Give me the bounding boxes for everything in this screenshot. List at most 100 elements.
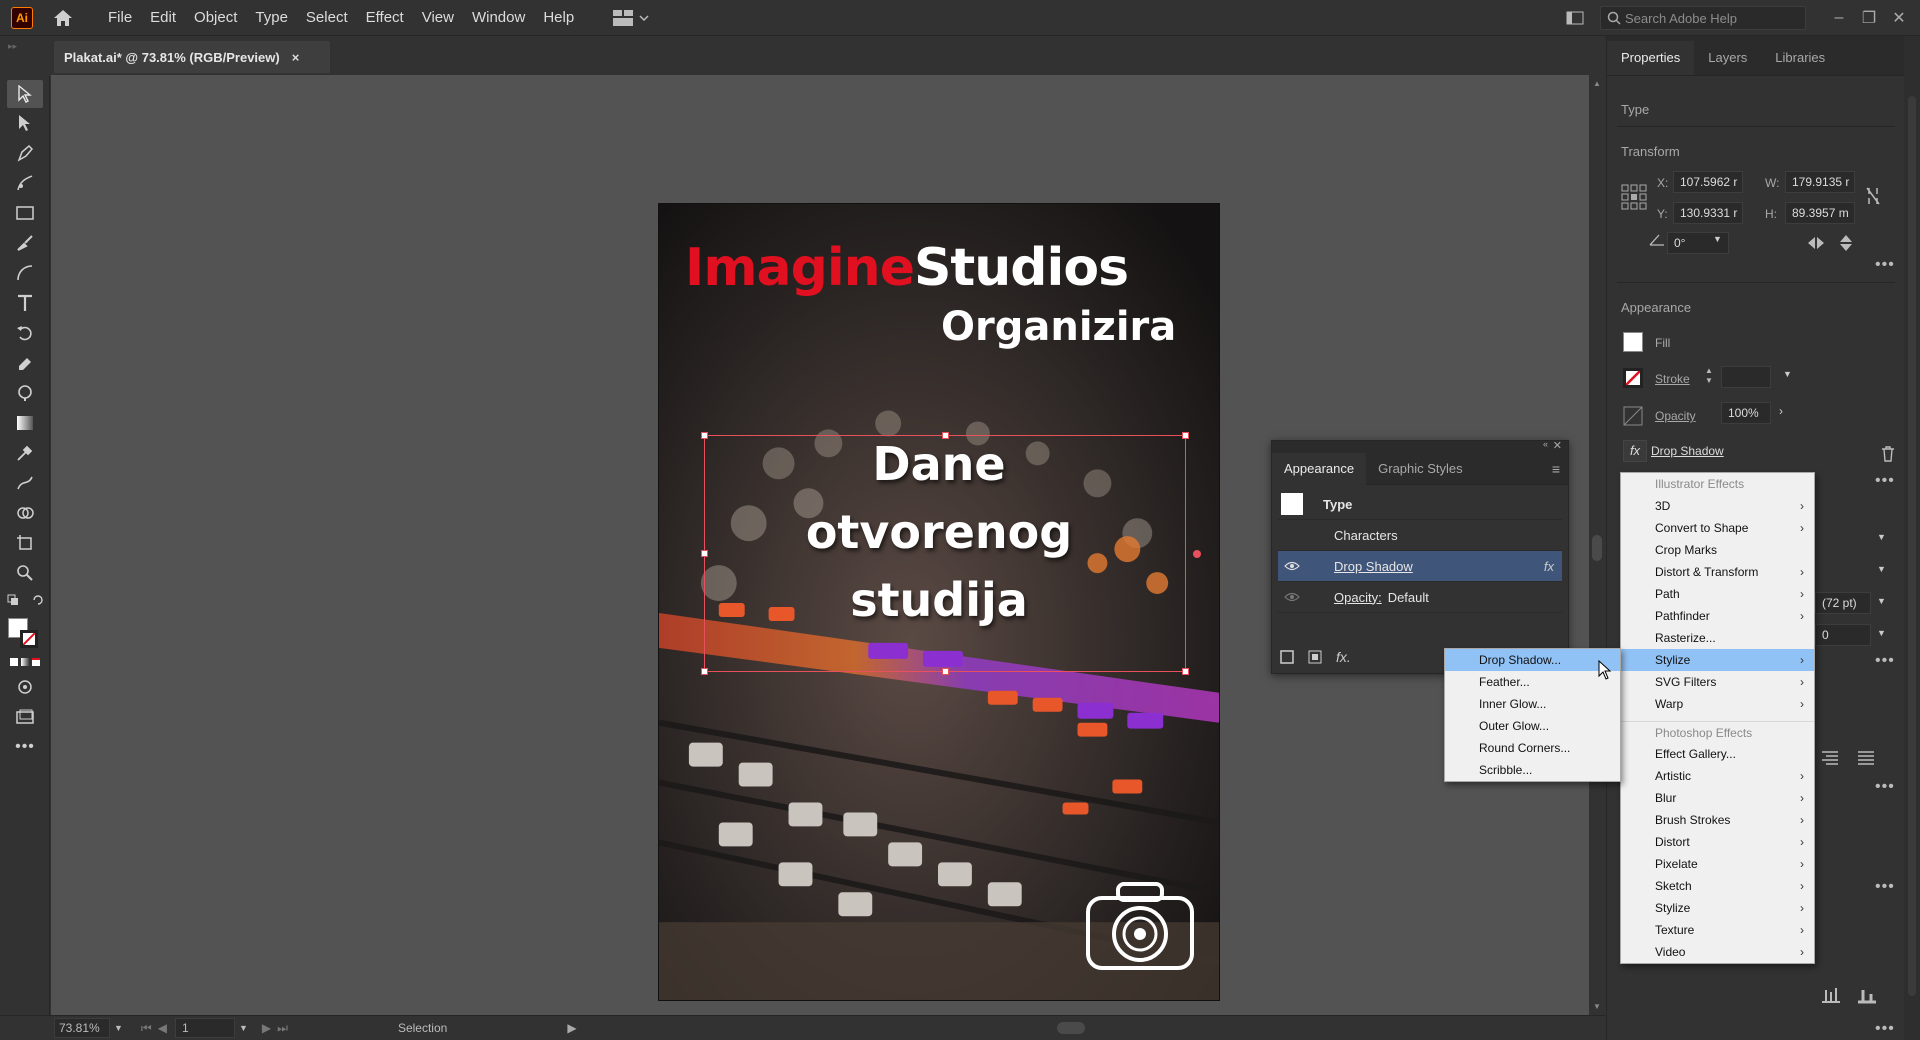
resize-handle-bm[interactable] xyxy=(942,668,949,675)
y-field[interactable]: 130.9331 r xyxy=(1673,202,1743,224)
menu-item-svg-filters[interactable]: SVG Filters › xyxy=(1621,671,1814,693)
stroke-swatch[interactable] xyxy=(20,630,38,648)
restore-button[interactable]: ❐ xyxy=(1854,3,1884,33)
selection-bounding-box[interactable] xyxy=(701,432,1201,675)
chevron-down-icon[interactable]: ▼ xyxy=(114,1023,123,1033)
align-right-icon[interactable] xyxy=(1821,750,1839,766)
resize-handle-ml[interactable] xyxy=(701,550,708,557)
opacity-label[interactable]: Opacity xyxy=(1655,409,1696,423)
appearance-row-characters[interactable]: Characters xyxy=(1278,520,1562,551)
stroke-weight-field[interactable] xyxy=(1721,366,1771,388)
more-options-icon[interactable]: ••• xyxy=(1875,472,1895,490)
close-panel-icon[interactable]: ✕ xyxy=(1553,439,1562,452)
more-options-icon[interactable]: ••• xyxy=(1875,778,1895,796)
menu-help[interactable]: Help xyxy=(534,0,583,36)
h-field[interactable]: 89.3957 m xyxy=(1785,202,1855,224)
rotate-tool-icon[interactable] xyxy=(0,318,50,348)
tab-layers[interactable]: Layers xyxy=(1694,41,1761,75)
zoom-tool-icon[interactable] xyxy=(0,558,50,588)
menu-item-distort-transform[interactable]: Distort & Transform › xyxy=(1621,561,1814,583)
document-tab[interactable]: Plakat.ai* @ 73.81% (RGB/Preview) × xyxy=(54,41,330,73)
resize-handle-tr[interactable] xyxy=(1182,432,1189,439)
swap-colors-icon[interactable] xyxy=(0,588,50,612)
menu-item-ps-brush-strokes[interactable]: Brush Strokes › xyxy=(1621,809,1814,831)
none-icon[interactable] xyxy=(32,658,40,666)
add-fill-icon[interactable] xyxy=(1308,650,1322,664)
menu-item-ps-texture[interactable]: Texture › xyxy=(1621,919,1814,941)
flip-horizontal-icon[interactable] xyxy=(1807,236,1825,250)
shaper-tool-icon[interactable] xyxy=(0,258,50,288)
draw-mode-icon[interactable] xyxy=(0,672,50,702)
more-tools-icon[interactable]: ••• xyxy=(0,732,50,762)
leading-field[interactable]: (72 pt) xyxy=(1815,592,1871,614)
menu-item-ps-video[interactable]: Video › xyxy=(1621,941,1814,963)
flip-vertical-icon[interactable] xyxy=(1839,234,1853,252)
paintbrush-tool-icon[interactable] xyxy=(0,228,50,258)
color-icon[interactable] xyxy=(10,658,18,666)
chevron-down-icon[interactable]: ▼ xyxy=(1877,596,1886,606)
menu-view[interactable]: View xyxy=(413,0,463,36)
add-effect-icon[interactable]: fx. xyxy=(1336,649,1351,665)
menu-item-convert-to-shape[interactable]: Convert to Shape › xyxy=(1621,517,1814,539)
artboard-tool-icon[interactable] xyxy=(0,528,50,558)
next-artboard-icon[interactable]: ▶ xyxy=(262,1021,271,1035)
more-options-icon[interactable]: ••• xyxy=(1875,256,1895,274)
brand-title[interactable]: ImagineStudios xyxy=(685,238,1129,298)
screen-mode-icon[interactable] xyxy=(0,702,50,732)
fill-swatch[interactable] xyxy=(1623,332,1643,352)
more-options-icon[interactable]: ••• xyxy=(1875,1020,1895,1038)
fill-stroke-swatches[interactable] xyxy=(0,612,50,652)
zoom-field[interactable]: 73.81% xyxy=(54,1018,110,1038)
menu-select[interactable]: Select xyxy=(297,0,357,36)
menu-item-ps-stylize[interactable]: Stylize › xyxy=(1621,897,1814,919)
tab-properties[interactable]: Properties xyxy=(1607,41,1695,75)
menu-item-ps-artistic[interactable]: Artistic › xyxy=(1621,765,1814,787)
puppet-warp-tool-icon[interactable] xyxy=(0,378,50,408)
tab-appearance[interactable]: Appearance xyxy=(1272,452,1367,485)
menu-item-path[interactable]: Path › xyxy=(1621,583,1814,605)
visibility-eye-icon[interactable] xyxy=(1278,561,1306,571)
canvas-vertical-scrollbar[interactable]: ▲ ▼ xyxy=(1589,75,1605,1015)
status-menu-icon[interactable]: ▶ xyxy=(567,1021,576,1035)
menu-item-ps-blur[interactable]: Blur › xyxy=(1621,787,1814,809)
gradient-tool-icon[interactable] xyxy=(0,408,50,438)
tracking-field[interactable]: 0 xyxy=(1815,624,1871,646)
scroll-thumb[interactable] xyxy=(1592,535,1602,561)
menu-item-ps-distort[interactable]: Distort › xyxy=(1621,831,1814,853)
menu-item-warp[interactable]: Warp › xyxy=(1621,693,1814,715)
panel-menu-icon[interactable]: ≡ xyxy=(1552,461,1560,477)
menu-effect[interactable]: Effect xyxy=(357,0,413,36)
tab-graphic-styles[interactable]: Graphic Styles xyxy=(1366,453,1475,485)
pen-tool-icon[interactable] xyxy=(0,138,50,168)
submenu-item-scribble[interactable]: Scribble... xyxy=(1445,759,1620,781)
stroke-weight-stepper[interactable]: ▲ ▼ xyxy=(1705,366,1717,388)
direct-selection-tool-icon[interactable] xyxy=(0,108,50,138)
stroke-label[interactable]: Stroke xyxy=(1655,372,1690,386)
menu-item-3d[interactable]: 3D › xyxy=(1621,495,1814,517)
subtitle[interactable]: Organizira xyxy=(941,304,1176,350)
align-bottom-icon[interactable] xyxy=(1857,986,1877,1004)
artboard[interactable]: ImagineStudios Organizira Dane otvorenog… xyxy=(658,203,1220,1001)
scroll-down-icon[interactable]: ▼ xyxy=(1593,1002,1601,1011)
menu-object[interactable]: Object xyxy=(185,0,246,36)
submenu-item-round-corners[interactable]: Round Corners... xyxy=(1445,737,1620,759)
submenu-item-feather[interactable]: Feather... xyxy=(1445,671,1620,693)
scroll-up-icon[interactable]: ▲ xyxy=(1593,79,1601,88)
menu-type[interactable]: Type xyxy=(246,0,297,36)
chevron-right-icon[interactable]: › xyxy=(1779,404,1783,418)
panel-titlebar[interactable]: « ✕ xyxy=(1272,439,1568,453)
close-tab-icon[interactable]: × xyxy=(292,50,300,65)
menu-item-ps-sketch[interactable]: Sketch › xyxy=(1621,875,1814,897)
resize-handle-tl[interactable] xyxy=(701,432,708,439)
menu-item-stylize[interactable]: Stylize › xyxy=(1621,649,1814,671)
chevron-down-icon[interactable]: ▼ xyxy=(1713,234,1722,244)
search-help-field[interactable]: Search Adobe Help xyxy=(1600,6,1806,30)
fx-icon[interactable]: fx xyxy=(1623,440,1647,462)
menu-file[interactable]: File xyxy=(99,0,141,36)
eyedropper-tool-icon[interactable] xyxy=(0,438,50,468)
prev-artboard-icon[interactable]: ◀ xyxy=(158,1021,167,1035)
minimize-button[interactable]: – xyxy=(1824,3,1854,33)
visibility-eye-icon[interactable] xyxy=(1278,592,1306,602)
scroll-thumb[interactable] xyxy=(1908,96,1916,996)
menu-item-ps-pixelate[interactable]: Pixelate › xyxy=(1621,853,1814,875)
